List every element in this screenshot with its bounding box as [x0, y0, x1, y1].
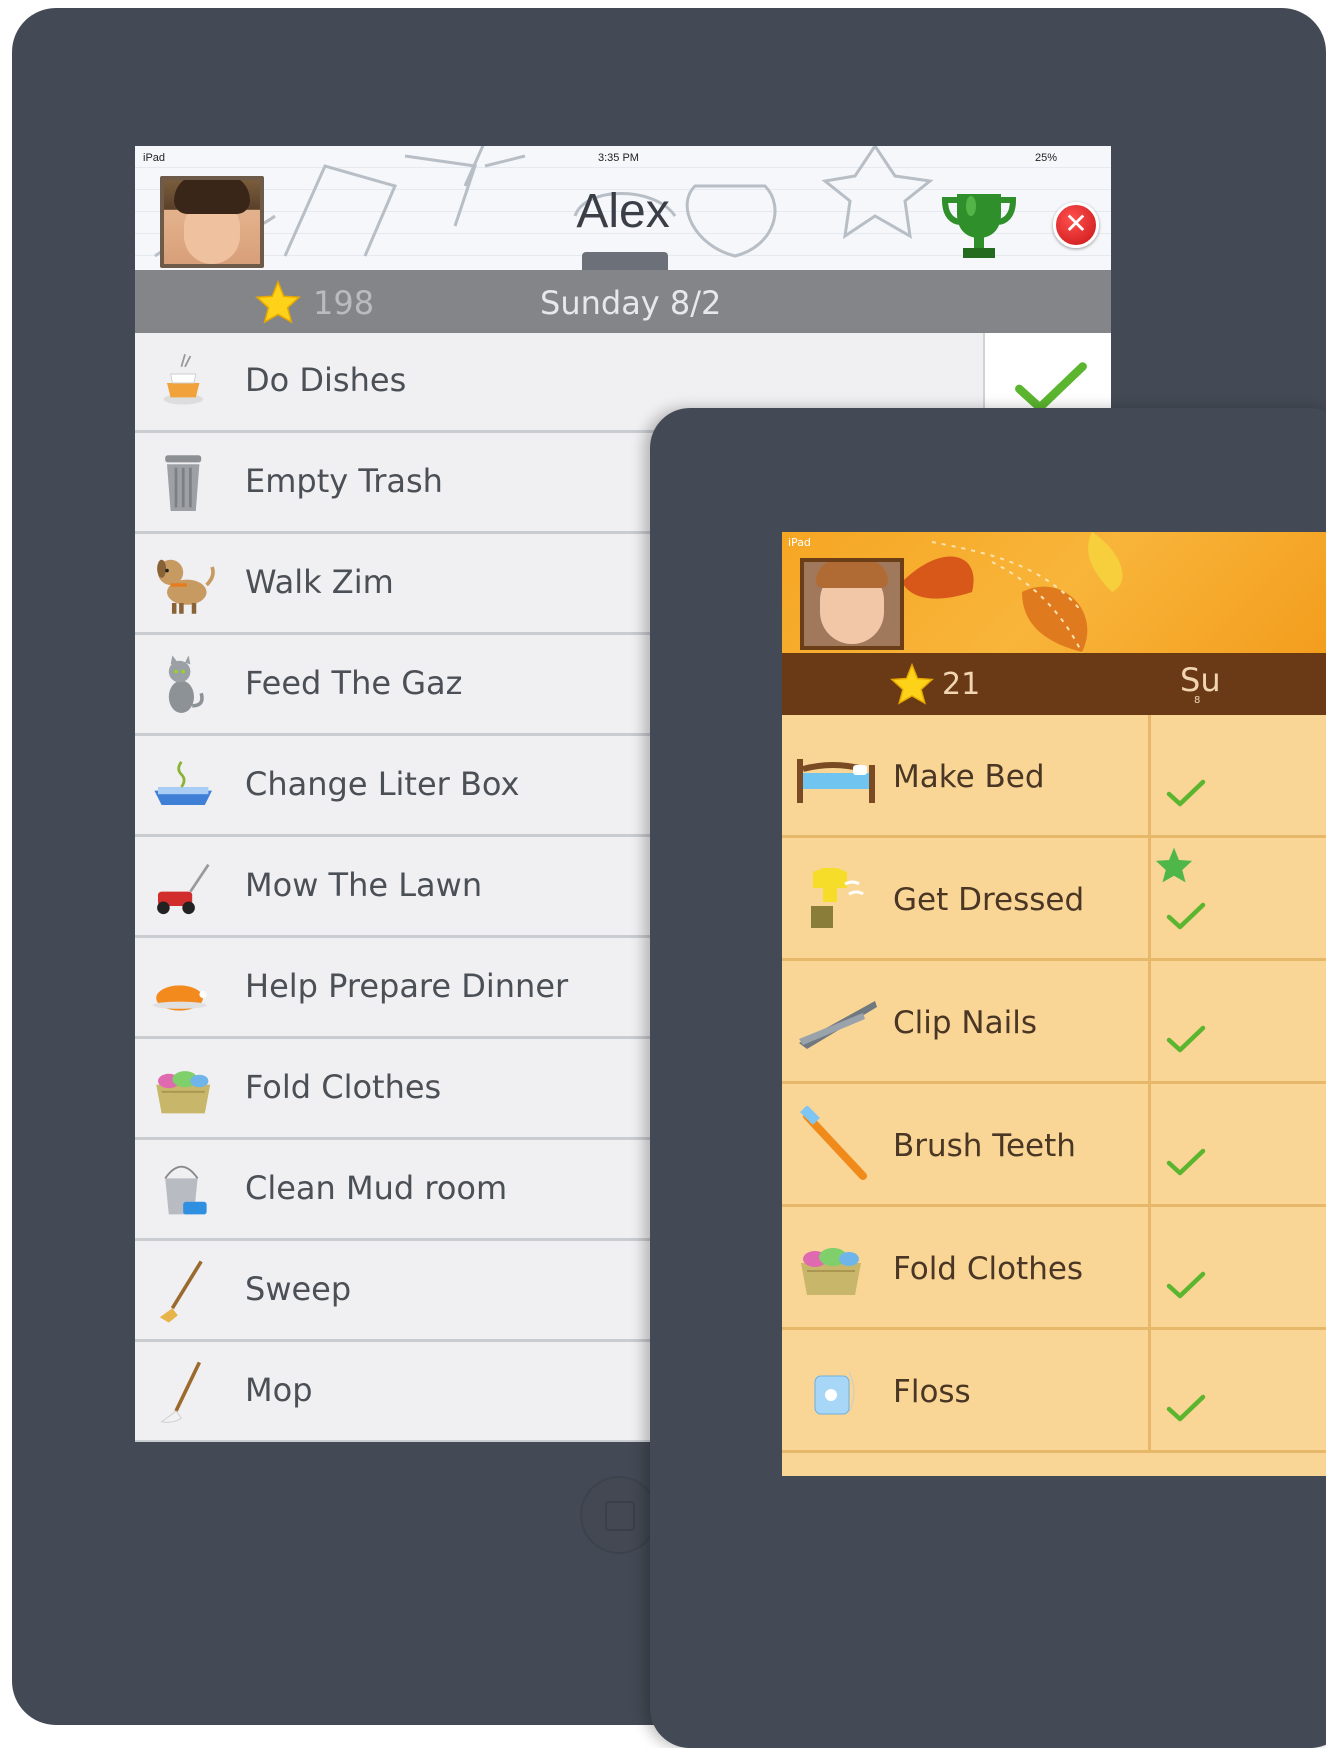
- check-icon[interactable]: [1011, 359, 1091, 415]
- column-divider: [1148, 1330, 1151, 1450]
- mop-icon: [160, 1361, 202, 1423]
- chore-row[interactable]: Fold Clothes: [782, 1207, 1326, 1330]
- date-label: Su: [1180, 661, 1221, 699]
- bed-icon: [797, 759, 875, 803]
- dog-icon: [157, 559, 215, 614]
- check-icon[interactable]: [1166, 1021, 1206, 1057]
- chore-label: Fold Clothes: [245, 1068, 442, 1106]
- lawn-mower-icon: [157, 863, 210, 915]
- chore-label: Brush Teeth: [893, 1128, 1076, 1164]
- kid-chore-screen: iPad 21 Su 8 Make Bed Get Dressed Clip Nai…: [782, 532, 1326, 1476]
- cat-icon: [168, 655, 204, 713]
- clothes-icon: [811, 868, 864, 928]
- nail-clipper-icon: [799, 1001, 877, 1049]
- chore-label: Clip Nails: [893, 1005, 1037, 1041]
- status-carrier: iPad: [788, 536, 811, 549]
- chore-label: Help Prepare Dinner: [245, 967, 569, 1005]
- points-count: 21: [942, 667, 981, 702]
- chore-row[interactable]: Make Bed: [782, 715, 1326, 838]
- column-divider: [1148, 1207, 1151, 1327]
- trophy-icon[interactable]: [939, 186, 1019, 266]
- floss-icon: [814, 1371, 855, 1415]
- ipad-front: iPad 21 Su 8 Make Bed Get Dressed Clip Nai…: [650, 408, 1326, 1748]
- litter-box-icon: [154, 760, 212, 805]
- header: iPad 3:35 PM 25% Alex ✕: [135, 146, 1111, 270]
- pull-handle[interactable]: [582, 252, 668, 270]
- date-label: Sunday 8/2: [540, 284, 722, 322]
- chore-label: Make Bed: [893, 759, 1045, 795]
- chore-label: Feed The Gaz: [245, 664, 463, 702]
- check-icon[interactable]: [1166, 898, 1206, 934]
- close-icon[interactable]: ✕: [1053, 202, 1099, 248]
- chore-row[interactable]: Floss: [782, 1330, 1326, 1453]
- header-autumn: iPad: [782, 532, 1326, 653]
- date-sub-label: 8: [1194, 695, 1201, 706]
- laundry-basket-icon: [156, 1071, 211, 1114]
- chore-row[interactable]: Brush Teeth: [782, 1084, 1326, 1207]
- avatar[interactable]: [800, 558, 904, 650]
- column-divider: [1148, 961, 1151, 1081]
- home-button[interactable]: [580, 1476, 658, 1554]
- check-icon[interactable]: [1166, 1267, 1206, 1303]
- chore-label: Change Liter Box: [245, 765, 520, 803]
- chore-label: Get Dressed: [893, 882, 1085, 918]
- column-divider: [1148, 838, 1151, 958]
- star-icon: [255, 280, 301, 324]
- points-date-bar: 21 Su 8: [782, 653, 1326, 715]
- bucket-icon: [164, 1165, 207, 1215]
- check-icon[interactable]: [1166, 1390, 1206, 1426]
- status-carrier: iPad: [143, 152, 166, 164]
- column-divider: [1148, 715, 1151, 835]
- toothbrush-icon: [800, 1106, 867, 1180]
- status-time: 3:35 PM: [598, 152, 639, 164]
- bonus-star-icon: [1155, 847, 1193, 883]
- chore-row[interactable]: Clip Nails: [782, 961, 1326, 1084]
- trash-can-icon: [165, 455, 202, 511]
- laundry-basket-icon: [801, 1248, 861, 1295]
- broom-icon: [159, 1260, 203, 1323]
- points-count: 198: [313, 284, 375, 322]
- status-battery: 25%: [1035, 152, 1058, 164]
- chore-label: Empty Trash: [245, 462, 443, 500]
- check-icon[interactable]: [1166, 1144, 1206, 1180]
- chore-label: Walk Zim: [245, 563, 394, 601]
- chore-label: Clean Mud room: [245, 1169, 508, 1207]
- dishes-icon: [163, 353, 203, 405]
- chore-label: Mow The Lawn: [245, 866, 483, 904]
- chore-label: Sweep: [245, 1270, 352, 1308]
- chore-row[interactable]: Get Dressed: [782, 838, 1326, 961]
- chore-label: Floss: [893, 1374, 971, 1410]
- chore-label: Mop: [245, 1371, 313, 1409]
- chore-label: Do Dishes: [245, 361, 407, 399]
- chore-label: Fold Clothes: [893, 1251, 1084, 1287]
- star-icon: [890, 663, 934, 705]
- column-divider: [1148, 1084, 1151, 1204]
- check-icon[interactable]: [1166, 775, 1206, 811]
- points-date-bar: 198 Sunday 8/2: [135, 270, 1111, 333]
- turkey-icon: [152, 985, 207, 1011]
